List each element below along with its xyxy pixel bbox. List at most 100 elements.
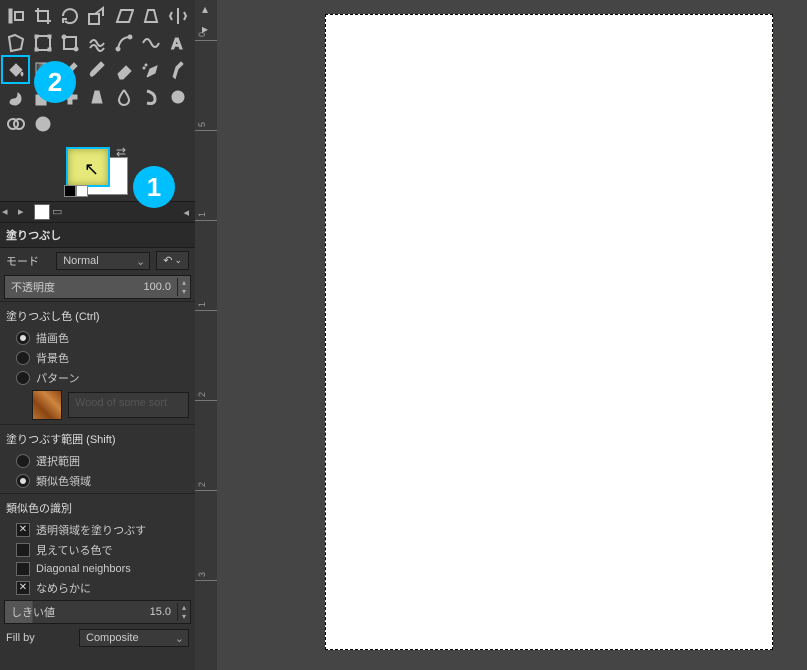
diagonal-neighbors-check[interactable]: Diagonal neighbors (0, 560, 195, 578)
tool-paintbrush[interactable] (83, 56, 110, 83)
tool-airbrush[interactable] (137, 56, 164, 83)
fg-color[interactable] (66, 147, 110, 187)
fill-similar-label: 類似色領域 (36, 473, 91, 489)
tool-scale[interactable] (83, 2, 110, 29)
radio-icon (16, 351, 30, 365)
tool-eraser[interactable] (110, 56, 137, 83)
opacity-label: 不透明度 (5, 276, 137, 298)
fillby-select[interactable]: Composite ⌄ (79, 629, 189, 647)
annotation-badge-1: 1 (133, 166, 175, 208)
tool-perspective-clone[interactable] (83, 83, 110, 110)
tool-shear[interactable] (110, 2, 137, 29)
fill-fg-radio[interactable]: 描画色 (0, 328, 195, 348)
tool-options-panel: モード Normal ⌄ ↶⌄ 不透明度 100.0 ▴▾ 塗りつぶし色 (Ct… (0, 248, 195, 650)
diagonal-neighbors-label: Diagonal neighbors (36, 563, 131, 575)
opacity-slider[interactable]: 不透明度 100.0 ▴▾ (4, 275, 191, 299)
vertical-ruler[interactable]: ▴ ▸ 0 5 1 1 2 2 3 (195, 0, 218, 670)
annotation-badge-2: 2 (34, 61, 76, 103)
color-swatch[interactable]: ⇄ ↖ (62, 143, 132, 199)
tool-crop[interactable] (29, 2, 56, 29)
sample-merged-check[interactable]: 見えている色で (0, 540, 195, 560)
fill-pattern-label: パターン (36, 370, 79, 386)
tab-device-icon[interactable]: ▭ (52, 205, 66, 219)
tool-dodge[interactable] (164, 83, 191, 110)
chevron-down-icon: ⌄ (175, 632, 184, 645)
similar-detect-group-label: 類似色の識別 (0, 496, 195, 520)
tool-text[interactable]: A (164, 29, 191, 56)
tab-menu-icon[interactable]: ◂ (179, 206, 193, 219)
tool-perspective[interactable] (137, 2, 164, 29)
ruler-nav-up-icon[interactable]: ▴ (198, 2, 212, 14)
fill-selection-radio[interactable]: 選択範囲 (0, 451, 195, 471)
fill-transparent-check[interactable]: ✕ 透明領域を塗りつぶす (0, 520, 195, 540)
canvas-container: ▴ ▸ 0 5 1 1 2 2 3 (195, 0, 807, 670)
tool-rotate[interactable] (56, 2, 83, 29)
ruler-tick-label: 2 (197, 482, 207, 487)
threshold-spinner[interactable]: ▴▾ (177, 603, 190, 621)
tool-ink[interactable] (164, 56, 191, 83)
ruler-tick-label: 5 (197, 122, 207, 127)
sample-merged-label: 見えている色で (36, 542, 112, 558)
tool-options-tab[interactable] (34, 204, 50, 220)
antialias-check[interactable]: ✕ なめらかに (0, 578, 195, 598)
opacity-spinner[interactable]: ▴▾ (177, 278, 190, 296)
mode-reset-button[interactable]: ↶⌄ (156, 251, 189, 270)
mode-value: Normal (63, 255, 98, 267)
fill-fg-label: 描画色 (36, 330, 69, 346)
checkbox-icon: ✕ (16, 581, 30, 595)
app-root: A (0, 0, 807, 670)
fill-pattern-radio[interactable]: パターン (0, 368, 195, 388)
tool-options-title: 塗りつぶし (0, 223, 195, 248)
mode-select[interactable]: Normal ⌄ (56, 252, 150, 270)
tool-align[interactable] (2, 2, 29, 29)
default-colors-icon[interactable] (64, 185, 88, 197)
fill-selection-label: 選択範囲 (36, 453, 80, 469)
fill-bg-label: 背景色 (36, 350, 69, 366)
tool-n-point[interactable] (137, 29, 164, 56)
canvas-viewport[interactable] (217, 0, 807, 670)
svg-text:A: A (171, 36, 183, 53)
pattern-swatch[interactable] (32, 390, 62, 420)
tool-cage[interactable] (2, 29, 29, 56)
fill-bg-radio[interactable]: 背景色 (0, 348, 195, 368)
fill-area-group-label: 塗りつぶす範囲 (Shift) (0, 427, 195, 451)
opacity-value: 100.0 (137, 278, 177, 296)
tool-handle-transform[interactable] (56, 29, 83, 56)
radio-icon (16, 331, 30, 345)
radio-icon (16, 454, 30, 468)
toolbox: A (0, 0, 195, 201)
tool-measure[interactable] (29, 110, 56, 137)
tab-nav-right-icon[interactable]: ▸ (18, 205, 32, 219)
tool-flip[interactable] (164, 2, 191, 29)
ruler-tick-label: 1 (197, 302, 207, 307)
tool-blur[interactable] (110, 83, 137, 110)
tool-warp[interactable] (83, 29, 110, 56)
mode-label: モード (6, 253, 39, 269)
antialias-label: なめらかに (36, 580, 91, 596)
swap-colors-icon[interactable]: ⇄ (116, 145, 126, 159)
tool-operations[interactable] (2, 110, 29, 137)
tool-smudge[interactable] (137, 83, 164, 110)
tool-unified-transform[interactable] (29, 29, 56, 56)
radio-icon (16, 371, 30, 385)
fillby-label: Fill by (6, 632, 35, 644)
tool-bucket-fill[interactable] (2, 56, 29, 83)
pattern-name: Wood of some sort (68, 392, 189, 418)
tool-mypaint[interactable] (2, 83, 29, 110)
tool-path[interactable] (110, 29, 137, 56)
ruler-tick-label: 2 (197, 392, 207, 397)
fillby-value: Composite (86, 632, 139, 644)
left-dock: A (0, 0, 195, 670)
ruler-tick-label: 1 (197, 212, 207, 217)
tab-nav-left-icon[interactable]: ◂ (2, 205, 16, 219)
checkbox-icon: ✕ (16, 523, 30, 537)
threshold-label: しきい値 (5, 601, 144, 623)
fill-similar-radio[interactable]: 類似色領域 (0, 471, 195, 491)
ruler-tick-label: 3 (197, 572, 207, 577)
checkbox-icon (16, 562, 30, 576)
fill-color-group-label: 塗りつぶし色 (Ctrl) (0, 304, 195, 328)
canvas[interactable] (325, 14, 773, 650)
fill-transparent-label: 透明領域を塗りつぶす (36, 522, 146, 538)
threshold-slider[interactable]: しきい値 15.0 ▴▾ (4, 600, 191, 624)
threshold-value: 15.0 (144, 603, 177, 621)
